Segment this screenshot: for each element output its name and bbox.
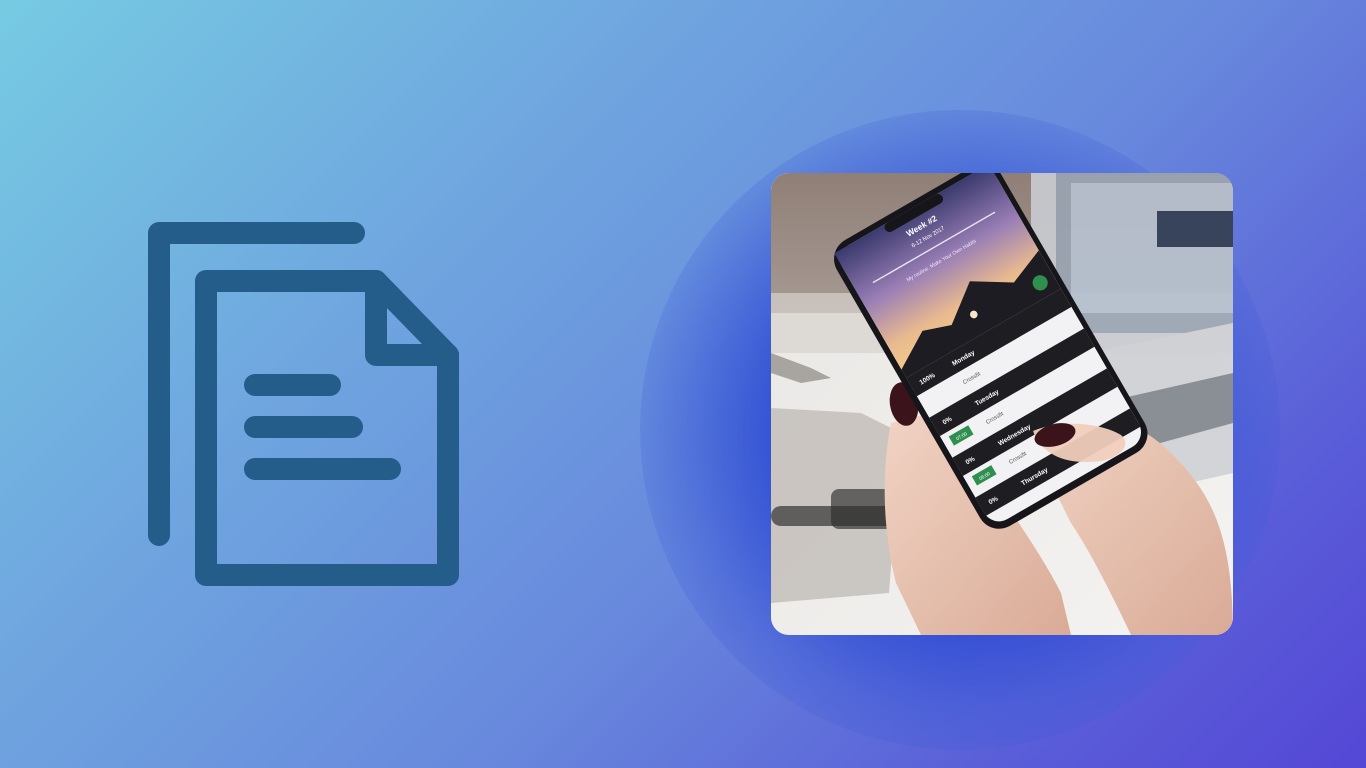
background-canvas: Week #2 6-12 Nov 2017 My routine. Make Y…: [0, 0, 1366, 768]
copy-documents-icon: [148, 222, 459, 586]
phone-photo: Week #2 6-12 Nov 2017 My routine. Make Y…: [771, 173, 1233, 635]
